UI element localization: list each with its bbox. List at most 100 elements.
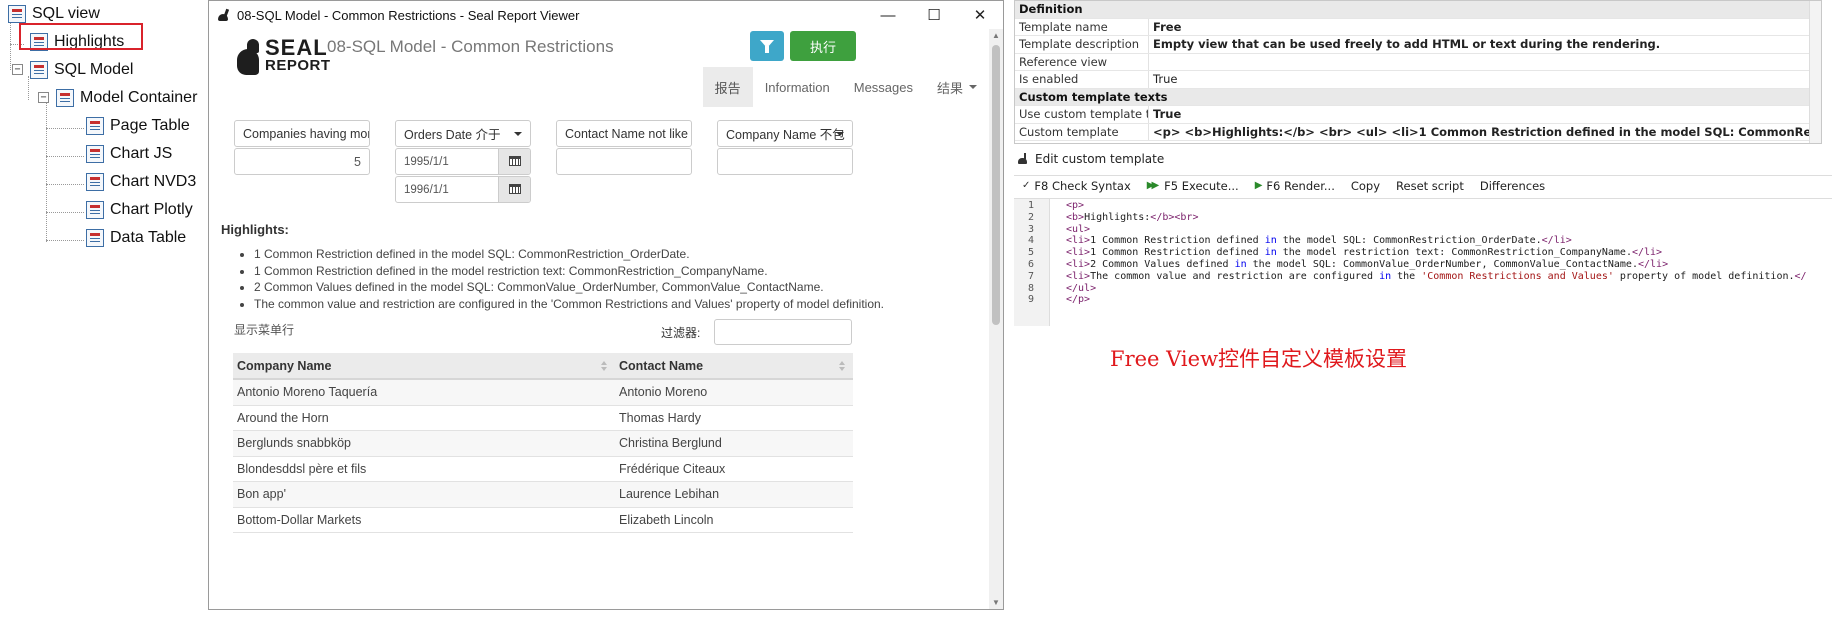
property-row-template-description[interactable]: Template description Empty view that can… bbox=[1015, 36, 1821, 54]
code-line: <p> bbox=[1066, 200, 1085, 211]
report-viewer-window: 08-SQL Model - Common Restrictions - Sea… bbox=[208, 0, 1004, 610]
tree-line bbox=[46, 212, 84, 213]
maximize-button[interactable]: ☐ bbox=[911, 1, 957, 29]
tree-node-page-table[interactable]: Page Table bbox=[86, 114, 190, 138]
line-number: 2 bbox=[1028, 211, 1035, 223]
property-value: Free bbox=[1153, 19, 1182, 34]
table-row[interactable]: Berglunds snabbköp Christina Berglund bbox=[233, 431, 853, 457]
tree-line bbox=[28, 76, 29, 100]
property-label: Template description bbox=[1015, 36, 1149, 53]
table-row[interactable]: Bottom-Dollar Markets Elizabeth Lincoln bbox=[233, 508, 853, 533]
check-icon: ✓ bbox=[1022, 180, 1031, 191]
tab-results[interactable]: 结果 bbox=[925, 67, 989, 107]
collapse-icon[interactable]: − bbox=[38, 92, 49, 103]
render-button[interactable]: ▶ F6 Render... bbox=[1255, 179, 1335, 193]
line-number: 9 bbox=[1028, 294, 1035, 306]
scroll-up-icon[interactable]: ▲ bbox=[992, 31, 1000, 40]
scroll-down-icon[interactable]: ▼ bbox=[992, 598, 1000, 607]
contact-name-input[interactable] bbox=[556, 148, 692, 175]
tree-node-label: SQL Model bbox=[54, 61, 134, 78]
code-line: </ul> bbox=[1066, 282, 1097, 294]
editor-title: Edit custom template bbox=[1018, 152, 1164, 166]
tree-node-chart-js[interactable]: Chart JS bbox=[86, 142, 172, 166]
property-row-template-name[interactable]: Template name Free bbox=[1015, 18, 1821, 36]
column-header-label: Contact Name bbox=[619, 358, 704, 373]
property-row-custom-template[interactable]: Custom template <p> <b>Highlights:</b> <… bbox=[1015, 123, 1821, 141]
property-row-reference-view[interactable]: Reference view bbox=[1015, 53, 1821, 71]
tree-line bbox=[46, 240, 84, 241]
company-name-input[interactable] bbox=[717, 148, 853, 175]
report-view-icon bbox=[8, 5, 26, 23]
vertical-scrollbar[interactable] bbox=[1809, 1, 1821, 143]
restriction-label: Orders Date 介于 bbox=[404, 128, 501, 142]
code-line: </p> bbox=[1066, 294, 1091, 306]
reset-script-button[interactable]: Reset script bbox=[1396, 179, 1464, 193]
column-header-contact[interactable]: Contact Name bbox=[615, 353, 853, 378]
tab-information[interactable]: Information bbox=[753, 67, 842, 107]
tab-label: Messages bbox=[853, 79, 913, 95]
table-row[interactable]: Bon app' Laurence Lebihan bbox=[233, 482, 853, 508]
tab-report[interactable]: 报告 bbox=[702, 67, 753, 107]
report-view-icon bbox=[56, 89, 74, 107]
table-row[interactable]: Blondesddsl père et fils Frédérique Citea… bbox=[233, 457, 853, 482]
table-filter-input[interactable] bbox=[714, 319, 852, 345]
calendar-icon[interactable] bbox=[498, 149, 530, 174]
table-cell: Around the Horn bbox=[237, 410, 329, 425]
table-row[interactable]: Antonio Moreno Taquería Antonio Moreno bbox=[233, 380, 853, 406]
check-syntax-button[interactable]: ✓ F8 Check Syntax bbox=[1022, 179, 1131, 193]
run-all-icon: ▶▶ bbox=[1146, 180, 1160, 191]
list-item: 1 Common Restriction defined in the mode… bbox=[254, 246, 884, 263]
property-category[interactable]: Definition bbox=[1015, 1, 1821, 19]
column-header-company[interactable]: Company Name bbox=[233, 353, 615, 378]
toolbar-label: F5 Execute... bbox=[1164, 178, 1239, 193]
vertical-scrollbar[interactable]: ▲ ▼ bbox=[989, 29, 1003, 609]
restriction-label: Contact Name not like bbox=[565, 126, 688, 141]
execute-script-button[interactable]: ▶▶ F5 Execute... bbox=[1147, 179, 1239, 193]
tree-node-label: Page Table bbox=[110, 117, 190, 134]
minimize-button[interactable]: — bbox=[865, 1, 911, 29]
tree-node-chart-nvd3[interactable]: Chart NVD3 bbox=[86, 170, 196, 194]
property-value: True bbox=[1153, 72, 1178, 87]
table-cell: Christina Berglund bbox=[619, 436, 722, 451]
report-view-icon bbox=[86, 229, 104, 247]
table-row[interactable]: Around the Horn Thomas Hardy bbox=[233, 406, 853, 431]
list-item: 1 Common Restriction defined in the mode… bbox=[254, 263, 884, 280]
date-value: 1995/1/1 bbox=[404, 155, 449, 168]
tree-node-data-table[interactable]: Data Table bbox=[86, 226, 186, 250]
line-number: 8 bbox=[1028, 282, 1035, 294]
property-row-use-custom-template[interactable]: Use custom template tex True bbox=[1015, 106, 1821, 124]
property-label: Use custom template tex bbox=[1015, 106, 1149, 123]
restriction-label: Companies having more bbox=[243, 126, 370, 141]
seal-report-logo: SEAL REPORT bbox=[237, 35, 331, 79]
tab-messages[interactable]: Messages bbox=[842, 67, 925, 107]
code-line: <li>1 Common Restriction defined in the … bbox=[1066, 235, 1572, 247]
table-header-row: Company Name Contact Name bbox=[233, 353, 853, 380]
code-editor[interactable]: 123456789 <p> <b>Highlights:</b><br> <ul> <… bbox=[1014, 198, 1832, 326]
filter-toggle-button[interactable] bbox=[750, 31, 784, 61]
execute-button[interactable]: 执行 bbox=[790, 31, 856, 61]
close-button[interactable]: ✕ bbox=[957, 1, 1003, 29]
tree-node-label: SQL view bbox=[32, 5, 100, 22]
property-row-is-enabled[interactable]: Is enabled True bbox=[1015, 71, 1821, 89]
restriction-order-date-operator[interactable]: Orders Date 介于 bbox=[395, 120, 531, 147]
tree-line bbox=[10, 20, 11, 70]
tree-node-chart-plotly[interactable]: Chart Plotly bbox=[86, 198, 193, 222]
date-to-input[interactable]: 1996/1/1 bbox=[395, 176, 531, 203]
tree-node-sql-model[interactable]: SQL Model bbox=[30, 58, 133, 82]
table-body: Antonio Moreno Taquería Antonio Moreno Ar… bbox=[233, 380, 853, 533]
tree-node-model-container[interactable]: Model Container bbox=[56, 86, 197, 110]
property-category[interactable]: Custom template texts bbox=[1015, 88, 1821, 106]
scrollbar-thumb[interactable] bbox=[992, 45, 1000, 325]
date-from-input[interactable]: 1995/1/1 bbox=[395, 148, 531, 175]
restriction-company-name-operator[interactable]: Company Name 不包 bbox=[717, 120, 853, 147]
code-line: <li>2 Common Values defined in the model… bbox=[1066, 259, 1669, 270]
copy-button[interactable]: Copy bbox=[1351, 179, 1380, 193]
collapse-icon[interactable]: − bbox=[12, 64, 23, 75]
restriction-value-input[interactable]: 5 bbox=[234, 148, 370, 175]
differences-button[interactable]: Differences bbox=[1480, 179, 1545, 193]
calendar-icon[interactable] bbox=[498, 177, 530, 202]
property-label: Reference view bbox=[1015, 53, 1149, 70]
report-view-icon bbox=[30, 61, 48, 79]
report-title: 08-SQL Model - Common Restrictions bbox=[327, 37, 614, 56]
logo-text-line2: REPORT bbox=[265, 57, 331, 74]
